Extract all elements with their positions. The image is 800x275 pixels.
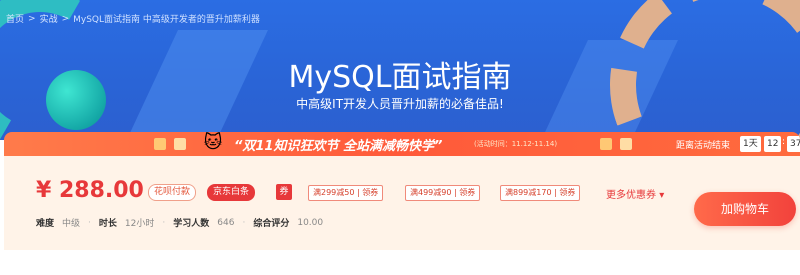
payment-tag-huabei[interactable]: 花呗付款	[148, 184, 197, 201]
countdown-label: 距离活动结束	[676, 141, 731, 151]
page-subtitle: 中高级IT开发人员晋升加薪的必备佳品!	[296, 97, 504, 111]
more-coupons-link[interactable]: 更多优惠券 ▾	[606, 186, 664, 201]
difficulty-value: 中级	[62, 219, 81, 229]
breadcrumb-current: MySQL面试指南 中高级开发者的晋升加薪利器	[73, 15, 260, 25]
course-info-panel	[4, 156, 800, 250]
breadcrumb-home[interactable]: 首页	[6, 12, 24, 25]
hero-banner: 首页 > 实战 > MySQL面试指南 中高级开发者的晋升加薪利器 MySQL面…	[0, 0, 800, 140]
breadcrumb-separator: >	[28, 13, 36, 24]
gift-icon	[600, 138, 612, 150]
rating-label: 综合评分	[253, 219, 290, 229]
payment-tag-jd[interactable]: 京东白条	[207, 184, 256, 201]
learners-value: 646	[217, 217, 235, 228]
course-meta: 难度 中级 · 时长 12小时 · 学习人数 646 · 综合评分 10.00	[36, 216, 324, 230]
course-price: ¥ 288.00	[36, 178, 144, 203]
add-to-cart-button[interactable]: 加购物车	[694, 192, 796, 226]
meta-divider: ·	[242, 217, 246, 228]
countdown-days: 1天	[740, 136, 761, 152]
meta-divider: ·	[88, 217, 91, 228]
gift-icon	[154, 138, 166, 150]
duration-value: 12小时	[124, 219, 155, 229]
coupon-499[interactable]: 满499减90 | 领券	[405, 185, 481, 201]
promo-headline: “双11知识狂欢节 全站满减畅快学”	[234, 139, 443, 154]
meta-divider: ·	[162, 217, 166, 228]
breadcrumb-category[interactable]: 实战	[40, 12, 58, 25]
countdown-minutes: 37	[787, 136, 800, 152]
breadcrumb: 首页 > 实战 > MySQL面试指南 中高级开发者的晋升加薪利器	[6, 12, 260, 26]
countdown-separator: :	[782, 137, 786, 147]
chevron-down-icon: ▾	[659, 190, 665, 201]
difficulty-label: 难度	[36, 219, 55, 229]
mascot-icon: 🐱	[203, 132, 223, 153]
countdown-separator: :	[759, 137, 763, 147]
coupon-icon: 券	[276, 184, 292, 200]
envelope-icon	[174, 138, 186, 150]
rating-value: 10.00	[297, 217, 324, 228]
duration-label: 时长	[98, 219, 117, 229]
coupon-899[interactable]: 满899减170 | 领券	[500, 185, 581, 201]
promo-strip[interactable]: 🐱 “双11知识狂欢节 全站满减畅快学” (活动时间：11.12-11.14) …	[4, 132, 800, 156]
coupon-299[interactable]: 满299减50 | 领券	[308, 185, 384, 201]
promo-period: (活动时间：11.12-11.14)	[474, 140, 558, 148]
learners-label: 学习人数	[173, 219, 210, 229]
envelope-icon	[620, 138, 632, 150]
page-title: MySQL面试指南	[288, 60, 512, 95]
breadcrumb-separator: >	[61, 13, 70, 24]
countdown-hours: 12	[764, 136, 782, 152]
page-bottom	[0, 250, 800, 275]
more-coupons-label: 更多优惠券	[606, 190, 656, 201]
